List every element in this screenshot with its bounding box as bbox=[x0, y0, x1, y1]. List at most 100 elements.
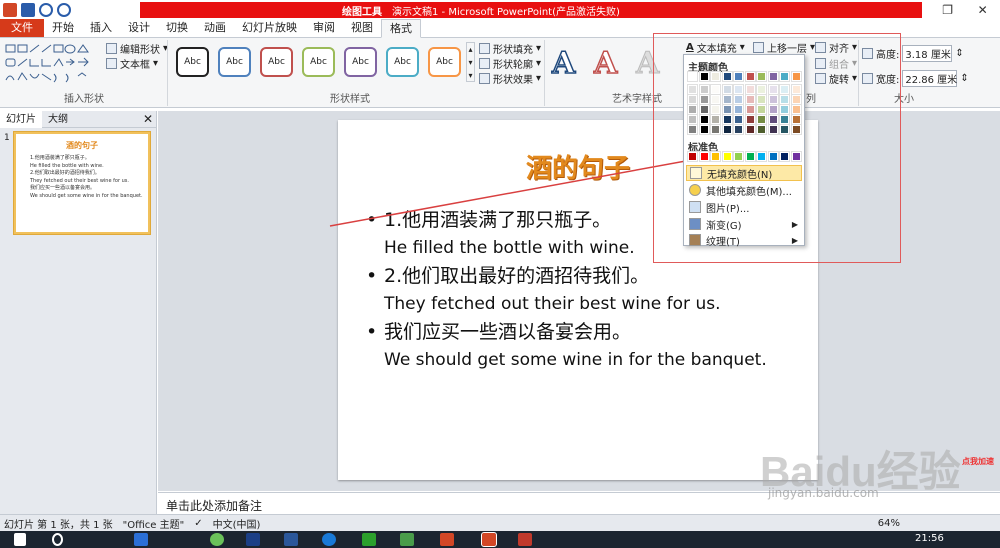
standard-color-swatch[interactable] bbox=[779, 151, 790, 162]
standard-color-swatch[interactable] bbox=[687, 151, 698, 162]
theme-color-swatch[interactable] bbox=[767, 84, 779, 95]
theme-color-swatch[interactable] bbox=[698, 104, 710, 115]
theme-color-swatch[interactable] bbox=[698, 114, 710, 125]
app-icon[interactable] bbox=[440, 533, 454, 546]
theme-color-swatch[interactable] bbox=[733, 94, 744, 105]
theme-color-swatch[interactable] bbox=[790, 104, 802, 115]
theme-color-swatch[interactable] bbox=[744, 104, 756, 115]
theme-color-swatch[interactable] bbox=[721, 94, 733, 105]
theme-color-swatch[interactable] bbox=[756, 104, 767, 115]
theme-color-swatch[interactable] bbox=[733, 71, 744, 82]
theme-color-swatch[interactable] bbox=[721, 84, 733, 95]
no-fill-option[interactable]: 无填充颜色(N) bbox=[686, 165, 802, 181]
app-icon[interactable] bbox=[400, 533, 414, 546]
texture-option[interactable]: 纹理(T) ▶ bbox=[686, 232, 802, 248]
theme-color-swatch[interactable] bbox=[733, 104, 744, 115]
theme-color-swatch[interactable] bbox=[790, 124, 802, 135]
theme-color-swatch[interactable] bbox=[710, 84, 721, 95]
theme-color-swatch[interactable] bbox=[756, 94, 767, 105]
theme-color-swatch[interactable] bbox=[790, 84, 802, 95]
app-icon[interactable] bbox=[322, 533, 336, 546]
texture-icon bbox=[689, 234, 701, 246]
standard-color-swatch[interactable] bbox=[756, 151, 767, 162]
theme-color-swatch[interactable] bbox=[767, 124, 779, 135]
browser-icon[interactable] bbox=[210, 533, 224, 546]
theme-color-swatch[interactable] bbox=[790, 114, 802, 125]
word-icon[interactable] bbox=[284, 533, 298, 546]
picture-option[interactable]: 图片(P)... bbox=[686, 199, 802, 215]
picture-icon bbox=[689, 201, 701, 213]
theme-color-swatch[interactable] bbox=[687, 104, 698, 115]
speed-badge[interactable]: 点我加速 bbox=[962, 456, 994, 467]
theme-color-swatch[interactable] bbox=[779, 71, 790, 82]
theme-color-swatch[interactable] bbox=[733, 124, 744, 135]
standard-color-swatch[interactable] bbox=[698, 151, 710, 162]
theme-color-swatch[interactable] bbox=[767, 114, 779, 125]
theme-color-swatch[interactable] bbox=[687, 84, 698, 95]
theme-color-swatch[interactable] bbox=[687, 124, 698, 135]
standard-color-swatch[interactable] bbox=[744, 151, 756, 162]
theme-color-swatch[interactable] bbox=[744, 124, 756, 135]
theme-color-swatch[interactable] bbox=[710, 114, 721, 125]
theme-color-swatch[interactable] bbox=[744, 84, 756, 95]
theme-color-swatch[interactable] bbox=[698, 94, 710, 105]
theme-color-swatch[interactable] bbox=[698, 124, 710, 135]
clock: 21:56 bbox=[915, 533, 944, 544]
slide-info: 幻灯片 第 1 张，共 1 张 bbox=[4, 519, 113, 531]
theme-color-swatch[interactable] bbox=[687, 71, 698, 82]
theme-color-swatch[interactable] bbox=[767, 94, 779, 105]
theme-color-swatch[interactable] bbox=[779, 114, 790, 125]
app-icon[interactable] bbox=[134, 533, 148, 546]
theme-color-swatch[interactable] bbox=[721, 124, 733, 135]
spellcheck-icon[interactable]: ✓ bbox=[194, 518, 202, 529]
theme-color-swatch[interactable] bbox=[710, 94, 721, 105]
theme-color-swatch[interactable] bbox=[698, 84, 710, 95]
gradient-option[interactable]: 渐变(G) ▶ bbox=[686, 216, 802, 232]
submenu-arrow-icon: ▶ bbox=[791, 219, 798, 229]
theme-color-swatch[interactable] bbox=[721, 71, 733, 82]
theme-color-swatch[interactable] bbox=[779, 124, 790, 135]
powerpoint-taskbar-icon[interactable] bbox=[481, 532, 497, 547]
no-fill-label: 无填充颜色(N) bbox=[707, 169, 773, 181]
standard-color-swatch[interactable] bbox=[710, 151, 721, 162]
picture-label: 图片(P)... bbox=[706, 203, 750, 215]
theme-color-swatch[interactable] bbox=[744, 71, 756, 82]
theme-color-swatch[interactable] bbox=[721, 104, 733, 115]
theme-color-swatch[interactable] bbox=[687, 114, 698, 125]
theme-color-swatch[interactable] bbox=[710, 104, 721, 115]
theme-color-swatch[interactable] bbox=[733, 84, 744, 95]
theme-color-swatch[interactable] bbox=[756, 84, 767, 95]
theme-color-swatch[interactable] bbox=[779, 84, 790, 95]
theme-color-swatch[interactable] bbox=[756, 114, 767, 125]
app-icon[interactable] bbox=[362, 533, 376, 546]
theme-color-swatch[interactable] bbox=[744, 114, 756, 125]
theme-color-swatch[interactable] bbox=[687, 94, 698, 105]
theme-color-swatch[interactable] bbox=[779, 94, 790, 105]
standard-color-swatch[interactable] bbox=[733, 151, 744, 162]
palette-icon bbox=[689, 184, 701, 196]
theme-color-swatch[interactable] bbox=[767, 104, 779, 115]
photoshop-icon[interactable] bbox=[246, 533, 260, 546]
theme-color-swatch[interactable] bbox=[710, 71, 721, 82]
standard-color-swatch[interactable] bbox=[767, 151, 779, 162]
theme-color-swatch[interactable] bbox=[721, 114, 733, 125]
windows-start-icon[interactable] bbox=[14, 533, 26, 546]
standard-color-swatch[interactable] bbox=[721, 151, 733, 162]
theme-color-swatch[interactable] bbox=[767, 71, 779, 82]
app-icon[interactable] bbox=[518, 533, 532, 546]
theme-color-swatch[interactable] bbox=[744, 94, 756, 105]
theme-color-swatch[interactable] bbox=[710, 124, 721, 135]
search-icon[interactable] bbox=[52, 533, 63, 546]
theme-color-swatch[interactable] bbox=[790, 94, 802, 105]
more-colors-option[interactable]: 其他填充颜色(M)... bbox=[686, 182, 802, 198]
language: 中文(中国) bbox=[212, 519, 261, 531]
zoom-level[interactable]: 64% bbox=[878, 518, 900, 529]
theme-color-swatch[interactable] bbox=[779, 104, 790, 115]
theme-color-swatch[interactable] bbox=[733, 114, 744, 125]
theme-color-swatch[interactable] bbox=[756, 124, 767, 135]
theme-color-swatch[interactable] bbox=[790, 71, 802, 82]
more-colors-label: 其他填充颜色(M)... bbox=[706, 186, 792, 198]
theme-color-swatch[interactable] bbox=[756, 71, 767, 82]
theme-color-swatch[interactable] bbox=[698, 71, 710, 82]
standard-color-swatch[interactable] bbox=[790, 151, 802, 162]
